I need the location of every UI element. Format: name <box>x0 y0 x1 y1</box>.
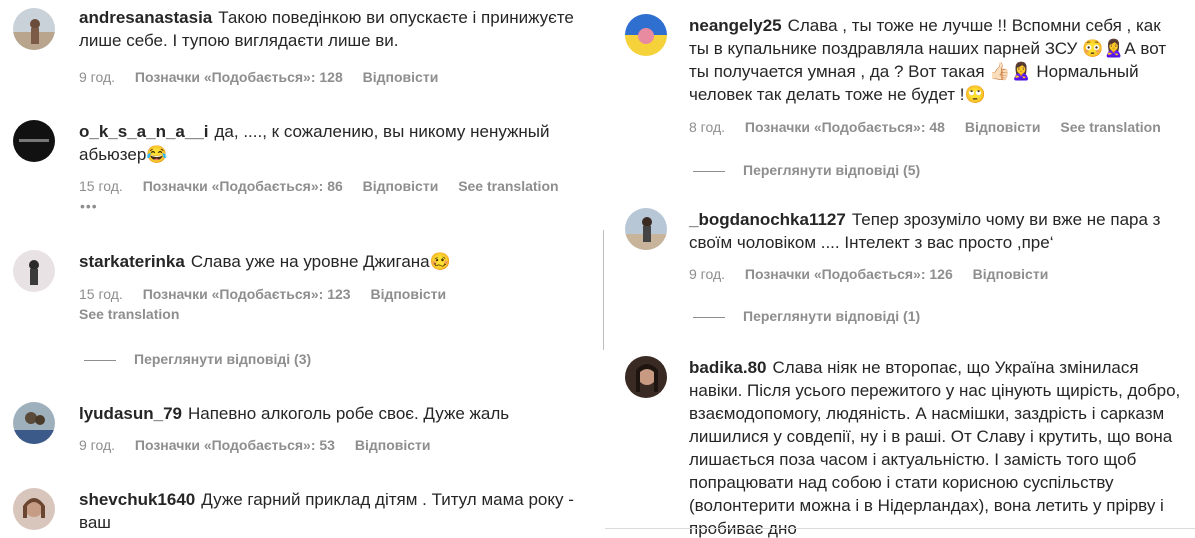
avatar[interactable] <box>13 8 55 50</box>
comment-time: 9 год. <box>79 437 116 453</box>
likes-count[interactable]: Позначки «Подобається»: 53 <box>135 437 335 453</box>
comment-username[interactable]: andresanastasia <box>79 8 212 27</box>
see-translation-link[interactable]: See translation <box>458 178 558 194</box>
comment-text: lyudasun_79 Напевно алкоголь робе своє. Д… <box>79 402 593 425</box>
comment-meta: 15 год. Позначки «Подобається»: 123 Відп… <box>79 285 462 303</box>
comment-meta: 8 год. Позначки «Подобається»: 48 Відпов… <box>689 118 1177 136</box>
comment-meta: 15 год. Позначки «Подобається»: 86 Відпо… <box>79 177 575 195</box>
comment-time: 15 год. <box>79 286 123 302</box>
divider-line <box>693 170 725 172</box>
comment-body: Слава уже на уровне Джигана🥴 <box>190 252 451 271</box>
comment-username[interactable]: o_k_s_a_n_a__i <box>79 122 209 141</box>
avatar[interactable] <box>13 402 55 444</box>
comment-text: badika.80 Слава ніяк не второпає, що Укра… <box>689 356 1185 538</box>
panel-divider-shadow <box>603 230 604 350</box>
comment-body: Слава ніяк не второпає, що Україна зміни… <box>689 358 1181 538</box>
view-replies-label: Переглянути відповіді (5) <box>743 162 921 178</box>
comment-username[interactable]: shevchuk1640 <box>79 490 195 509</box>
reply-button[interactable]: Відповісти <box>370 286 446 302</box>
reply-button[interactable]: Відповісти <box>363 178 439 194</box>
comment-meta: 9 год. Позначки «Подобається»: 126 Відпо… <box>689 265 1064 283</box>
comment-username[interactable]: starkaterinka <box>79 252 185 271</box>
view-replies-label: Переглянути відповіді (3) <box>134 351 312 367</box>
reply-button[interactable]: Відповісти <box>363 69 439 85</box>
likes-count[interactable]: Позначки «Подобається»: 48 <box>745 119 945 135</box>
comment-text: shevchuk1640 Дуже гарний приклад дітям . … <box>79 488 593 534</box>
see-translation-link[interactable]: See translation <box>79 306 179 322</box>
comment-body: Напевно алкоголь робе своє. Дуже жаль <box>188 404 510 423</box>
divider-line <box>84 359 116 361</box>
view-replies-button[interactable]: Переглянути відповіді (3) <box>84 351 311 367</box>
panel-bottom-border <box>605 528 1195 529</box>
comments-panel-right: neangely25 Слава , ты тоже не лучше !! Вс… <box>605 0 1195 538</box>
comment-username[interactable]: _bogdanochka1127 <box>689 210 846 229</box>
comment-username[interactable]: neangely25 <box>689 16 782 35</box>
comments-panel-left: andresanastasia Такою поведінкою ви опуск… <box>0 0 603 538</box>
see-translation-link[interactable]: See translation <box>1060 119 1160 135</box>
comment-text: starkaterinka Слава уже на уровне Джигана… <box>79 250 593 273</box>
comment-username[interactable]: lyudasun_79 <box>79 404 182 423</box>
reply-button[interactable]: Відповісти <box>965 119 1041 135</box>
avatar[interactable] <box>13 488 55 530</box>
likes-count[interactable]: Позначки «Подобається»: 128 <box>135 69 343 85</box>
comment-time: 15 год. <box>79 178 123 194</box>
avatar[interactable] <box>625 208 667 250</box>
comment-meta: 9 год. Позначки «Подобається»: 128 Відпо… <box>79 68 454 86</box>
comment-time: 8 год. <box>689 119 726 135</box>
comment-text: neangely25 Слава , ты тоже не лучше !! Вс… <box>689 14 1185 106</box>
comment-meta: 9 год. Позначки «Подобається»: 53 Відпов… <box>79 436 447 454</box>
comment-text: andresanastasia Такою поведінкою ви опуск… <box>79 6 593 52</box>
more-options-icon[interactable]: ••• <box>80 198 98 214</box>
view-replies-button[interactable]: Переглянути відповіді (1) <box>693 308 920 324</box>
avatar[interactable] <box>13 120 55 162</box>
reply-button[interactable]: Відповісти <box>973 266 1049 282</box>
likes-count[interactable]: Позначки «Подобається»: 123 <box>143 286 351 302</box>
view-replies-button[interactable]: Переглянути відповіді (5) <box>693 162 920 178</box>
avatar[interactable] <box>625 14 667 56</box>
comment-text: _bogdanochka1127 Тепер зрозуміло чому ви … <box>689 208 1185 254</box>
comment-text: o_k_s_a_n_a__i да, ...., к сожалению, вы … <box>79 120 593 166</box>
reply-button[interactable]: Відповісти <box>355 437 431 453</box>
comment-time: 9 год. <box>689 266 726 282</box>
avatar[interactable] <box>625 356 667 398</box>
comment-username[interactable]: badika.80 <box>689 358 767 377</box>
comment-time: 9 год. <box>79 69 116 85</box>
divider-line <box>693 316 725 318</box>
likes-count[interactable]: Позначки «Подобається»: 126 <box>745 266 953 282</box>
view-replies-label: Переглянути відповіді (1) <box>743 308 921 324</box>
avatar[interactable] <box>13 250 55 292</box>
likes-count[interactable]: Позначки «Подобається»: 86 <box>143 178 343 194</box>
